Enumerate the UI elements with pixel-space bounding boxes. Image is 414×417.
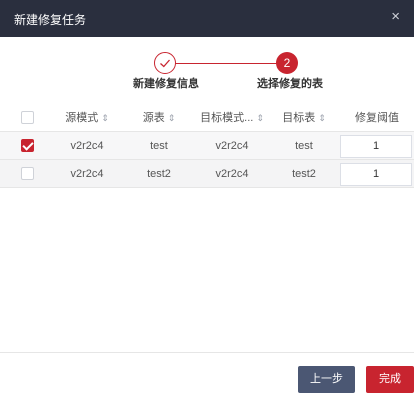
column-header-target-schema[interactable]: 目标模式... ⇕ (196, 104, 268, 132)
source-table-cell: test2 (147, 168, 171, 180)
threshold-input[interactable]: 1 (340, 163, 412, 186)
sort-icon[interactable]: ⇕ (318, 113, 326, 123)
previous-step-button[interactable]: 上一步 (298, 366, 355, 393)
target-schema-cell: v2r2c4 (215, 168, 249, 180)
threshold-input[interactable]: 1 (340, 135, 412, 158)
new-repair-task-dialog: 新建修复任务 × 2 新建修复信息 选择修复的表 源模式 ⇕ 源表 ⇕ 目标模式..… (0, 0, 414, 417)
column-header-source-schema[interactable]: 源模式 ⇕ (52, 104, 122, 132)
row-checkbox-checked[interactable] (20, 138, 34, 152)
target-schema-cell: v2r2c4 (215, 140, 249, 152)
step-2-label: 选择修复的表 (257, 78, 323, 90)
check-icon (160, 59, 170, 68)
source-table-cell: test (150, 140, 168, 152)
row-check-cell (14, 132, 40, 160)
step-2-current: 2 (276, 52, 298, 74)
footer-divider (0, 352, 414, 353)
table-row[interactable]: v2r2c4 test v2r2c4 test 1 (0, 132, 414, 160)
step-connector-line (175, 63, 278, 64)
dialog-header: 新建修复任务 × (0, 0, 414, 37)
sort-icon[interactable]: ⇕ (101, 113, 109, 123)
column-header-target-table[interactable]: 目标表 ⇕ (272, 104, 336, 132)
table-header-row: 源模式 ⇕ 源表 ⇕ 目标模式... ⇕ 目标表 ⇕ 修复阈值 (0, 104, 414, 132)
repair-table: 源模式 ⇕ 源表 ⇕ 目标模式... ⇕ 目标表 ⇕ 修复阈值 v2r2c4 test … (0, 104, 414, 188)
row-checkbox[interactable] (20, 166, 34, 180)
table-row[interactable]: v2r2c4 test2 v2r2c4 test2 1 (0, 160, 414, 188)
finish-button[interactable]: 完成 (366, 366, 414, 393)
select-all-cell (14, 104, 40, 132)
step-indicator: 2 新建修复信息 选择修复的表 (0, 48, 414, 92)
close-icon[interactable]: × (391, 9, 400, 25)
sort-icon[interactable]: ⇕ (256, 113, 264, 123)
source-schema-cell: v2r2c4 (70, 140, 104, 152)
source-schema-cell: v2r2c4 (70, 168, 104, 180)
target-table-cell: test2 (292, 168, 316, 180)
row-check-cell (14, 160, 40, 188)
select-all-checkbox[interactable] (20, 110, 34, 124)
target-table-cell: test (295, 140, 313, 152)
column-header-threshold: 修复阈值 (355, 112, 399, 124)
step-1-done (154, 52, 176, 74)
step-1-label: 新建修复信息 (133, 78, 199, 90)
sort-icon[interactable]: ⇕ (168, 113, 176, 123)
column-header-source-table[interactable]: 源表 ⇕ (128, 104, 190, 132)
dialog-title: 新建修复任务 (14, 13, 87, 27)
